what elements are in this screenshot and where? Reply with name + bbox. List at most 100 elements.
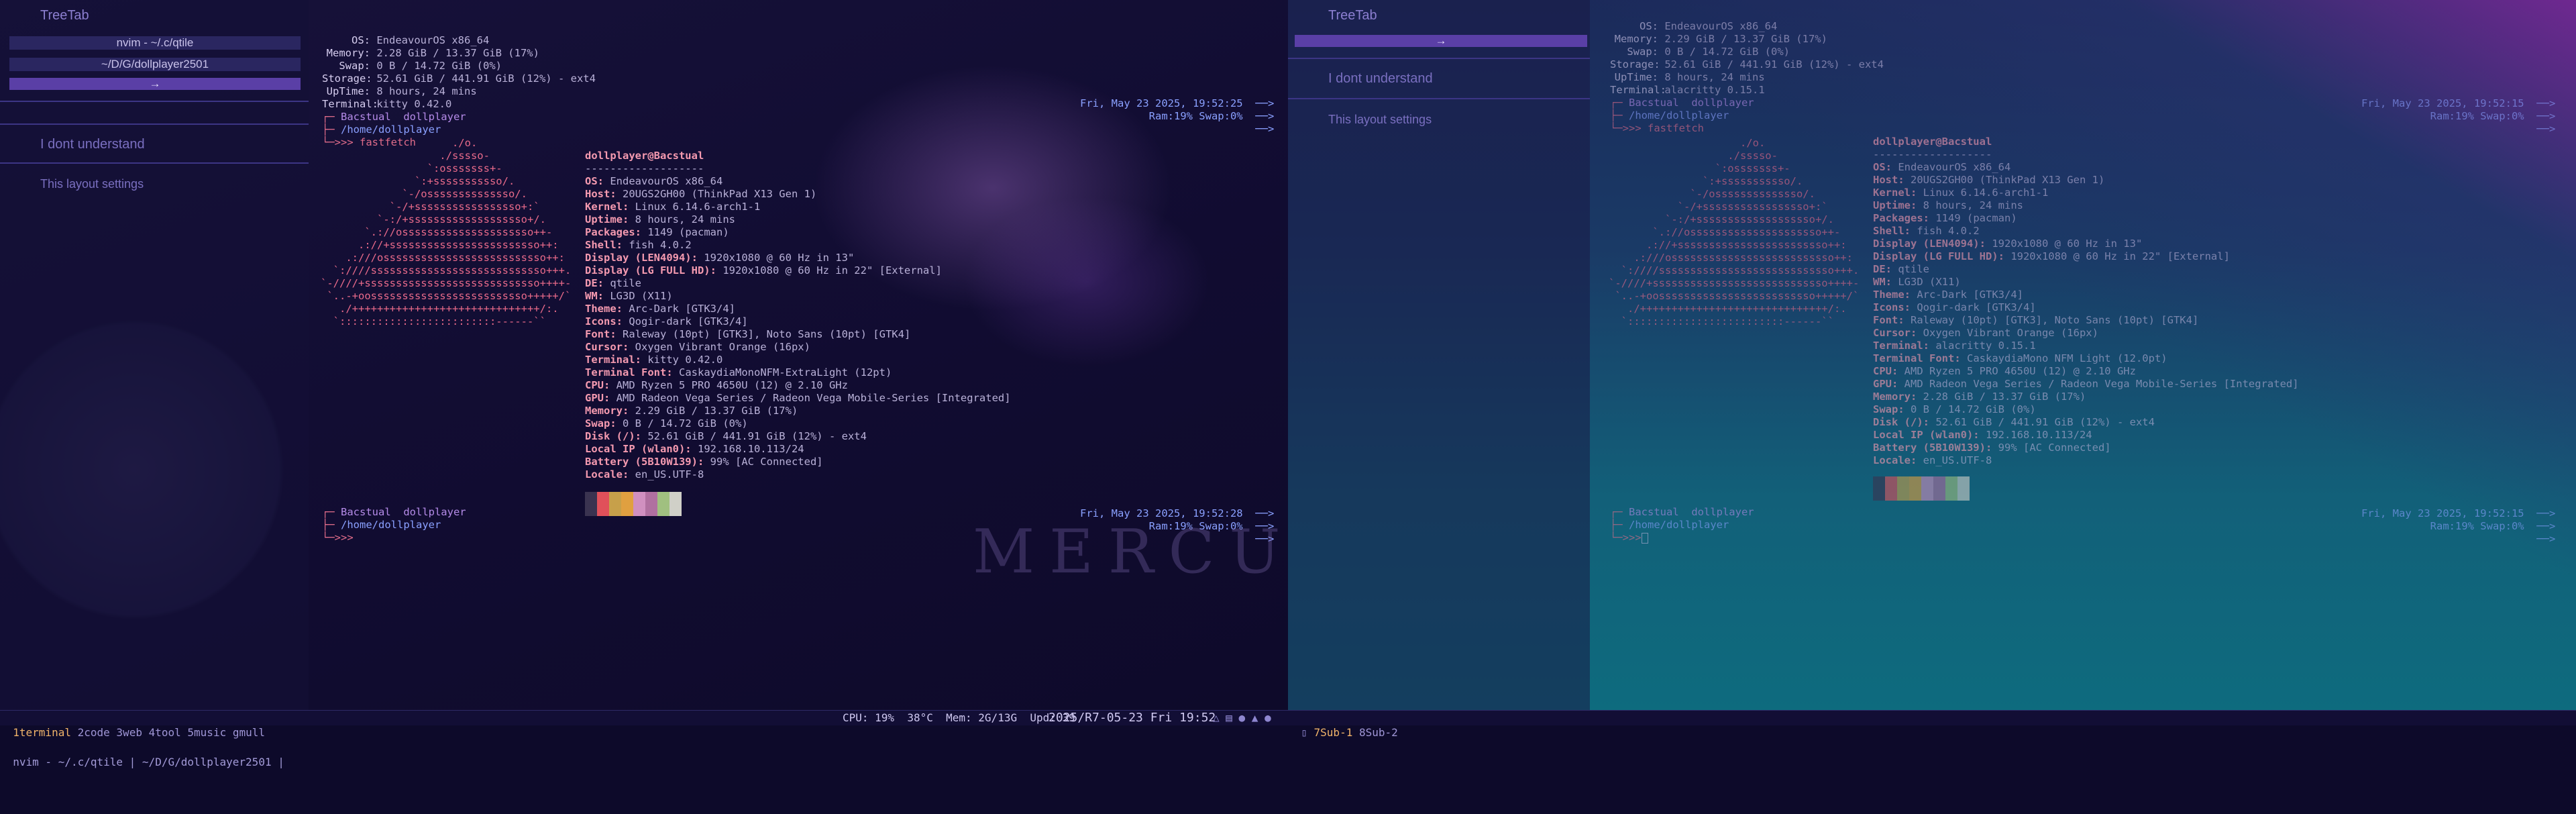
layout-icon[interactable]: ▯ — [1301, 726, 1313, 739]
sysinfo-label: Memory: — [326, 47, 370, 59]
fastfetch-row: Uptime: 8 hours, 24 mins — [1873, 199, 2299, 212]
fastfetch-row: Display (LEN4094): 1920x1080 @ 60 Hz in … — [1873, 238, 2299, 250]
fastfetch-label: CPU: — [585, 379, 610, 391]
fastfetch-label: Host: — [585, 188, 616, 200]
sysinfo-row: Storage: 52.61 GiB / 441.91 GiB (12%) - … — [322, 72, 596, 85]
fastfetch-info: dollplayer@Bacstual ------------------- OS… — [1873, 136, 2299, 504]
prompt-path: /home/dollplayer — [341, 123, 441, 136]
tab-active-arrow[interactable]: → — [9, 78, 301, 90]
fastfetch-value: AMD Ryzen 5 PRO 4650U (12) @ 2.10 GHz — [616, 379, 848, 391]
status-arrow: ──> — [2536, 123, 2556, 135]
group-i-dont-understand[interactable]: I dont understand — [1328, 71, 1433, 87]
treetab-title: TreeTab — [40, 8, 89, 23]
fastfetch-label: Uptime: — [585, 213, 629, 225]
palette-swatch — [1957, 476, 1970, 501]
prompt-line: ┌─ Bacstual dollplayer — [322, 506, 466, 518]
prompt-path: /home/dollplayer — [1629, 109, 1729, 121]
fastfetch-rows: OS: EndeavourOS x86_64 Host: 20UGS2GH00 (… — [585, 175, 1011, 481]
fastfetch-label: Swap: — [1873, 403, 1904, 415]
fastfetch-row: Disk (/): 52.61 GiB / 441.91 GiB (12%) -… — [585, 430, 1011, 443]
group-layout-settings[interactable]: This layout settings — [40, 177, 144, 191]
fastfetch-value: AMD Radeon Vega Series / Radeon Vega Mob… — [1904, 378, 2299, 390]
workspace-8Sub-2[interactable]: 8Sub-2 — [1359, 726, 1398, 739]
fastfetch-row: Swap: 0 B / 14.72 GiB (0%) — [585, 417, 1011, 430]
fastfetch-label: Locale: — [585, 468, 629, 480]
sysinfo-row: Swap: 0 B / 14.72 GiB (0%) — [1610, 46, 1884, 58]
prompt-line: ├─ /home/dollplayer — [1610, 519, 1729, 531]
terminal-bottom[interactable]: ┌─ Bacstual dollplayer ├─ /home/dollplaye… — [322, 506, 466, 544]
clock[interactable]: 2025/R7-05-23 Fri 19:52 — [1049, 711, 1216, 725]
sysinfo-value: 0 B / 14.72 GiB (0%) — [1664, 46, 1790, 58]
workspace-4tool[interactable]: 4tool — [149, 726, 181, 739]
sysinfo-row: OS: EndeavourOS x86_64 — [322, 34, 596, 47]
sysinfo-value: 52.61 GiB / 441.91 GiB (12%) - ext4 — [376, 72, 596, 85]
prompt-line: ┌─ Bacstual dollplayer — [1610, 97, 1754, 109]
workspace-2code[interactable]: 2code — [78, 726, 110, 739]
fastfetch-row: GPU: AMD Radeon Vega Series / Radeon Veg… — [1873, 378, 2299, 391]
prompt-line: └─>>> — [1610, 531, 1754, 544]
fastfetch-row: GPU: AMD Radeon Vega Series / Radeon Veg… — [585, 392, 1011, 405]
window-title[interactable]: nvim - ~/.c/qtile | ~/D/G/dollplayer2501… — [13, 756, 284, 768]
fastfetch-value: 1149 (pacman) — [647, 226, 729, 238]
fastfetch-row: Packages: 1149 (pacman) — [1873, 212, 2299, 225]
sysinfo-label: UpTime: — [1614, 71, 1658, 83]
fastfetch-value: LG3D (X11) — [610, 290, 673, 302]
fastfetch-value: 8 hours, 24 mins — [1923, 199, 2023, 211]
group-layout-settings[interactable]: This layout settings — [1328, 113, 1432, 127]
status-ram: Ram:19% Swap:0% ──> — [1148, 110, 1275, 122]
fastfetch-value: Arc-Dark [GTK3/4] — [1917, 289, 2023, 301]
palette-swatch — [1933, 476, 1945, 501]
fastfetch-label: WM: — [585, 290, 604, 302]
sysinfo-list: OS: EndeavourOS x86_64 Memory: 2.29 GiB /… — [1610, 20, 1884, 97]
fastfetch-label: Uptime: — [1873, 199, 1917, 211]
fastfetch-value: 52.61 GiB / 441.91 GiB (12%) - ext4 — [647, 430, 867, 442]
fastfetch-row: WM: LG3D (X11) — [585, 290, 1011, 303]
tab-active-arrow[interactable]: → — [1295, 35, 1587, 47]
fastfetch-row: Uptime: 8 hours, 24 mins — [585, 213, 1011, 226]
prompt-line: ├─ /home/dollplayer — [322, 123, 441, 136]
fastfetch-value: 0 B / 14.72 GiB (0%) — [623, 417, 748, 429]
fastfetch-value: alacritty 0.15.1 — [1935, 340, 2036, 352]
fastfetch-value: AMD Ryzen 5 PRO 4650U (12) @ 2.10 GHz — [1904, 365, 2136, 377]
fastfetch-row: Memory: 2.28 GiB / 13.37 GiB (17%) — [1873, 391, 2299, 403]
workspace-3web[interactable]: 3web — [116, 726, 142, 739]
workspace-5music[interactable]: 5music — [187, 726, 226, 739]
group-i-dont-understand[interactable]: I dont understand — [40, 137, 145, 152]
sysinfo-value: kitty 0.42.0 — [376, 98, 452, 110]
cursor-block — [1641, 532, 1648, 544]
fastfetch-header: dollplayer@Bacstual — [585, 150, 704, 162]
system-tray[interactable]: △ ▤ ● ▲ ● — [1213, 711, 1271, 725]
palette-swatch — [1921, 476, 1933, 501]
prompt-user: Bacstual dollplayer — [341, 506, 466, 518]
fastfetch-label: Battery (5B10W139): — [1873, 442, 1992, 454]
palette-swatch — [609, 492, 621, 516]
sysinfo-row: Memory: 2.28 GiB / 13.37 GiB (17%) — [322, 47, 596, 60]
fastfetch-value: LG3D (X11) — [1898, 276, 1961, 288]
palette-swatch — [597, 492, 609, 516]
sysinfo-row: UpTime: 8 hours, 24 mins — [1610, 71, 1884, 84]
palette-swatch — [585, 492, 597, 516]
workspace-7Sub-1[interactable]: 7Sub-1 — [1314, 726, 1353, 739]
prompt-path: /home/dollplayer — [341, 519, 441, 531]
prompt-command: >>> — [334, 531, 354, 544]
qtile-bar-left: 1terminal 2code 3web 4tool 5music gmull … — [0, 710, 1288, 768]
tab-nvim-qtile[interactable]: nvim - ~/.c/qtile — [9, 36, 301, 50]
tab-dollplayer[interactable]: ~/D/G/dollplayer2501 — [9, 58, 301, 71]
fastfetch-label: Kernel: — [585, 201, 629, 213]
fastfetch-row: Locale: en_US.UTF-8 — [1873, 454, 2299, 467]
fastfetch-row: Font: Raleway (10pt) [GTK3], Noto Sans (… — [585, 328, 1011, 341]
terminal-bottom[interactable]: ┌─ Bacstual dollplayer ├─ /home/dollplaye… — [1610, 506, 1754, 544]
sysinfo-value: 8 hours, 24 mins — [376, 85, 477, 97]
status-arrow: ──> — [1255, 123, 1275, 135]
workspace-gmull[interactable]: gmull — [233, 726, 265, 739]
fastfetch-value: 1920x1080 @ 60 Hz in 13" — [1992, 238, 2143, 250]
status-ram: Ram:19% Swap:0% ──> — [2430, 110, 2556, 122]
palette-swatch — [1945, 476, 1957, 501]
fastfetch-label: Terminal Font: — [585, 366, 673, 378]
terminal-top[interactable]: OS: EndeavourOS x86_64 Memory: 2.29 GiB /… — [1610, 20, 1884, 135]
fastfetch-value: en_US.UTF-8 — [635, 468, 704, 480]
fastfetch-label: Memory: — [1873, 391, 1917, 403]
fastfetch-row: Terminal Font: CaskaydiaMono NFM Light (… — [1873, 352, 2299, 365]
workspace-1terminal[interactable]: 1terminal — [13, 726, 71, 739]
fastfetch-label: Display (LG FULL HD): — [1873, 250, 2004, 262]
